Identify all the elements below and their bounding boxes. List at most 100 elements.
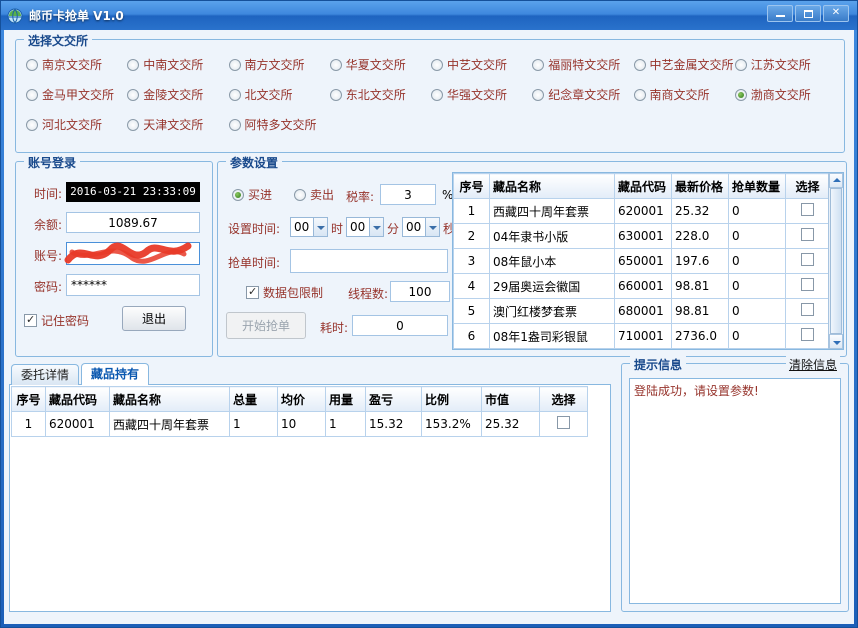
products-table-scrollbar[interactable] [828,173,843,349]
radio-exchange-dongbei[interactable]: 东北文交所 [330,86,431,103]
col-code[interactable]: 藏品代码 [615,174,672,199]
table-row[interactable]: 3 08年鼠小本 650001 197.6 0 [454,249,830,274]
row-select-checkbox[interactable] [801,278,814,291]
radio-exchange-jiangsu[interactable]: 江苏文交所 [735,56,836,73]
radio-icon [294,189,306,201]
remember-password-checkbox[interactable]: 记住密码 [24,312,89,329]
col-ratio[interactable]: 比例 [422,387,482,412]
col-total[interactable]: 总量 [230,387,278,412]
messages-listbox[interactable]: 登陆成功，请设置参数! [629,378,841,604]
col-qty[interactable]: 抢单数量 [729,174,786,199]
sell-radio[interactable]: 卖出 [294,186,334,203]
row-select-checkbox[interactable] [557,416,570,429]
scroll-up-icon[interactable] [829,173,843,188]
exit-button[interactable]: 退出 [122,306,186,331]
radio-exchange-nanjing[interactable]: 南京文交所 [26,56,127,73]
col-name[interactable]: 藏品名称 [490,174,615,199]
radio-exchange-zhongnan[interactable]: 中南文交所 [127,56,228,73]
radio-exchange-jinling[interactable]: 金陵文交所 [127,86,228,103]
radio-exchange-zhongyi[interactable]: 中艺文交所 [431,56,532,73]
cell-code: 660001 [615,274,672,299]
row-select-checkbox[interactable] [801,203,814,216]
row-select-checkbox[interactable] [801,328,814,341]
clear-messages-button[interactable]: 清除信息 [786,356,840,373]
radio-icon [26,59,38,71]
col-price[interactable]: 最新价格 [672,174,729,199]
products-table-container: 序号 藏品名称 藏品代码 最新价格 抢单数量 选择 1 西藏四十周年套票 620… [452,172,844,350]
radio-exchange-hebei[interactable]: 河北文交所 [26,116,127,133]
radio-exchange-beiwen[interactable]: 北文交所 [229,86,330,103]
radio-label: 江苏文交所 [751,56,811,73]
hour-select[interactable]: 00 [290,217,328,237]
thread-input[interactable] [390,281,450,302]
radio-exchange-zhongyijinshu[interactable]: 中艺金属文交所 [634,56,735,73]
close-button[interactable] [823,5,849,22]
table-row[interactable]: 1 西藏四十周年套票 620001 25.32 0 [454,199,830,224]
set-time-label: 设置时间: [228,220,280,237]
message-line: 登陆成功，请设置参数! [634,382,836,399]
col-code[interactable]: 藏品代码 [46,387,110,412]
elapsed-input[interactable] [352,315,448,336]
col-avg[interactable]: 均价 [278,387,326,412]
col-select[interactable]: 选择 [786,174,830,199]
col-select[interactable]: 选择 [540,387,588,412]
radio-exchange-nanshang[interactable]: 南商文交所 [634,86,735,103]
cell-no: 1 [454,199,490,224]
radio-icon [532,59,544,71]
second-select[interactable]: 00 [402,217,440,237]
minute-select[interactable]: 00 [346,217,384,237]
radio-icon [735,59,747,71]
col-used[interactable]: 用量 [326,387,366,412]
table-row[interactable]: 2 04年隶书小版 630001 228.0 0 [454,224,830,249]
balance-input[interactable] [66,212,200,233]
products-header-row: 序号 藏品名称 藏品代码 最新价格 抢单数量 选择 [454,174,830,199]
scroll-down-icon[interactable] [829,334,843,349]
radio-exchange-jinmajia[interactable]: 金马甲文交所 [26,86,127,103]
packet-limit-checkbox[interactable]: 数据包限制 [246,284,323,301]
row-select-checkbox[interactable] [801,228,814,241]
time-display: 2016-03-21 23:33:09 [66,182,200,202]
table-row[interactable]: 4 29届奥运会徽国 660001 98.81 0 [454,274,830,299]
col-profit[interactable]: 盈亏 [366,387,422,412]
radio-icon [127,89,139,101]
radio-exchange-tianjin[interactable]: 天津文交所 [127,116,228,133]
cell-select [786,199,830,224]
table-row[interactable]: 5 澳门红楼梦套票 680001 98.81 0 [454,299,830,324]
radio-exchange-ateduo[interactable]: 阿特多文交所 [229,116,330,133]
scrollbar-thumb[interactable] [830,188,842,334]
col-name[interactable]: 藏品名称 [110,387,230,412]
password-input[interactable] [66,274,200,296]
table-row[interactable]: 1 620001 西藏四十周年套票 1 10 1 15.32 153.2% 25… [12,412,588,437]
radio-exchange-nanfang[interactable]: 南方文交所 [229,56,330,73]
radio-exchange-huaxia[interactable]: 华夏文交所 [330,56,431,73]
exchange-group: 选择文交所 南京文交所 中南文交所 南方文交所 华夏文交所 中艺文交所 福丽特文… [15,39,845,153]
minimize-button[interactable] [767,5,793,22]
grab-time-input[interactable] [290,249,448,273]
col-value[interactable]: 市值 [482,387,540,412]
cell-select [786,249,830,274]
holdings-tab-control: 委托详情 藏品持有 序号 藏品代码 藏品名称 总量 均价 用量 盈亏 比例 市 [9,363,611,612]
cell-qty: 0 [729,324,786,349]
table-row[interactable]: 6 08年1盎司彩银鼠 710001 2736.0 0 [454,324,830,349]
title-bar[interactable]: 邮币卡抢单 V1.0 [1,1,857,30]
row-select-checkbox[interactable] [801,303,814,316]
row-select-checkbox[interactable] [801,253,814,266]
radio-exchange-fulite[interactable]: 福丽特文交所 [532,56,633,73]
tax-input[interactable] [380,184,436,205]
app-icon [7,8,23,24]
col-no[interactable]: 序号 [12,387,46,412]
radio-icon [431,59,443,71]
radio-exchange-huaqiang[interactable]: 华强文交所 [431,86,532,103]
account-input[interactable] [66,242,200,265]
radio-icon [127,59,139,71]
radio-exchange-boshang[interactable]: 渤商文交所 [735,86,836,103]
cell-name: 04年隶书小版 [490,224,615,249]
buy-radio[interactable]: 买进 [232,186,272,203]
tab-holdings[interactable]: 藏品持有 [81,363,149,385]
radio-exchange-jinianzhang[interactable]: 纪念章文交所 [532,86,633,103]
tab-entrust-details[interactable]: 委托详情 [11,364,79,385]
checkbox-icon [24,314,37,327]
col-no[interactable]: 序号 [454,174,490,199]
maximize-button[interactable] [795,5,821,22]
start-grab-button[interactable]: 开始抢单 [226,312,306,339]
